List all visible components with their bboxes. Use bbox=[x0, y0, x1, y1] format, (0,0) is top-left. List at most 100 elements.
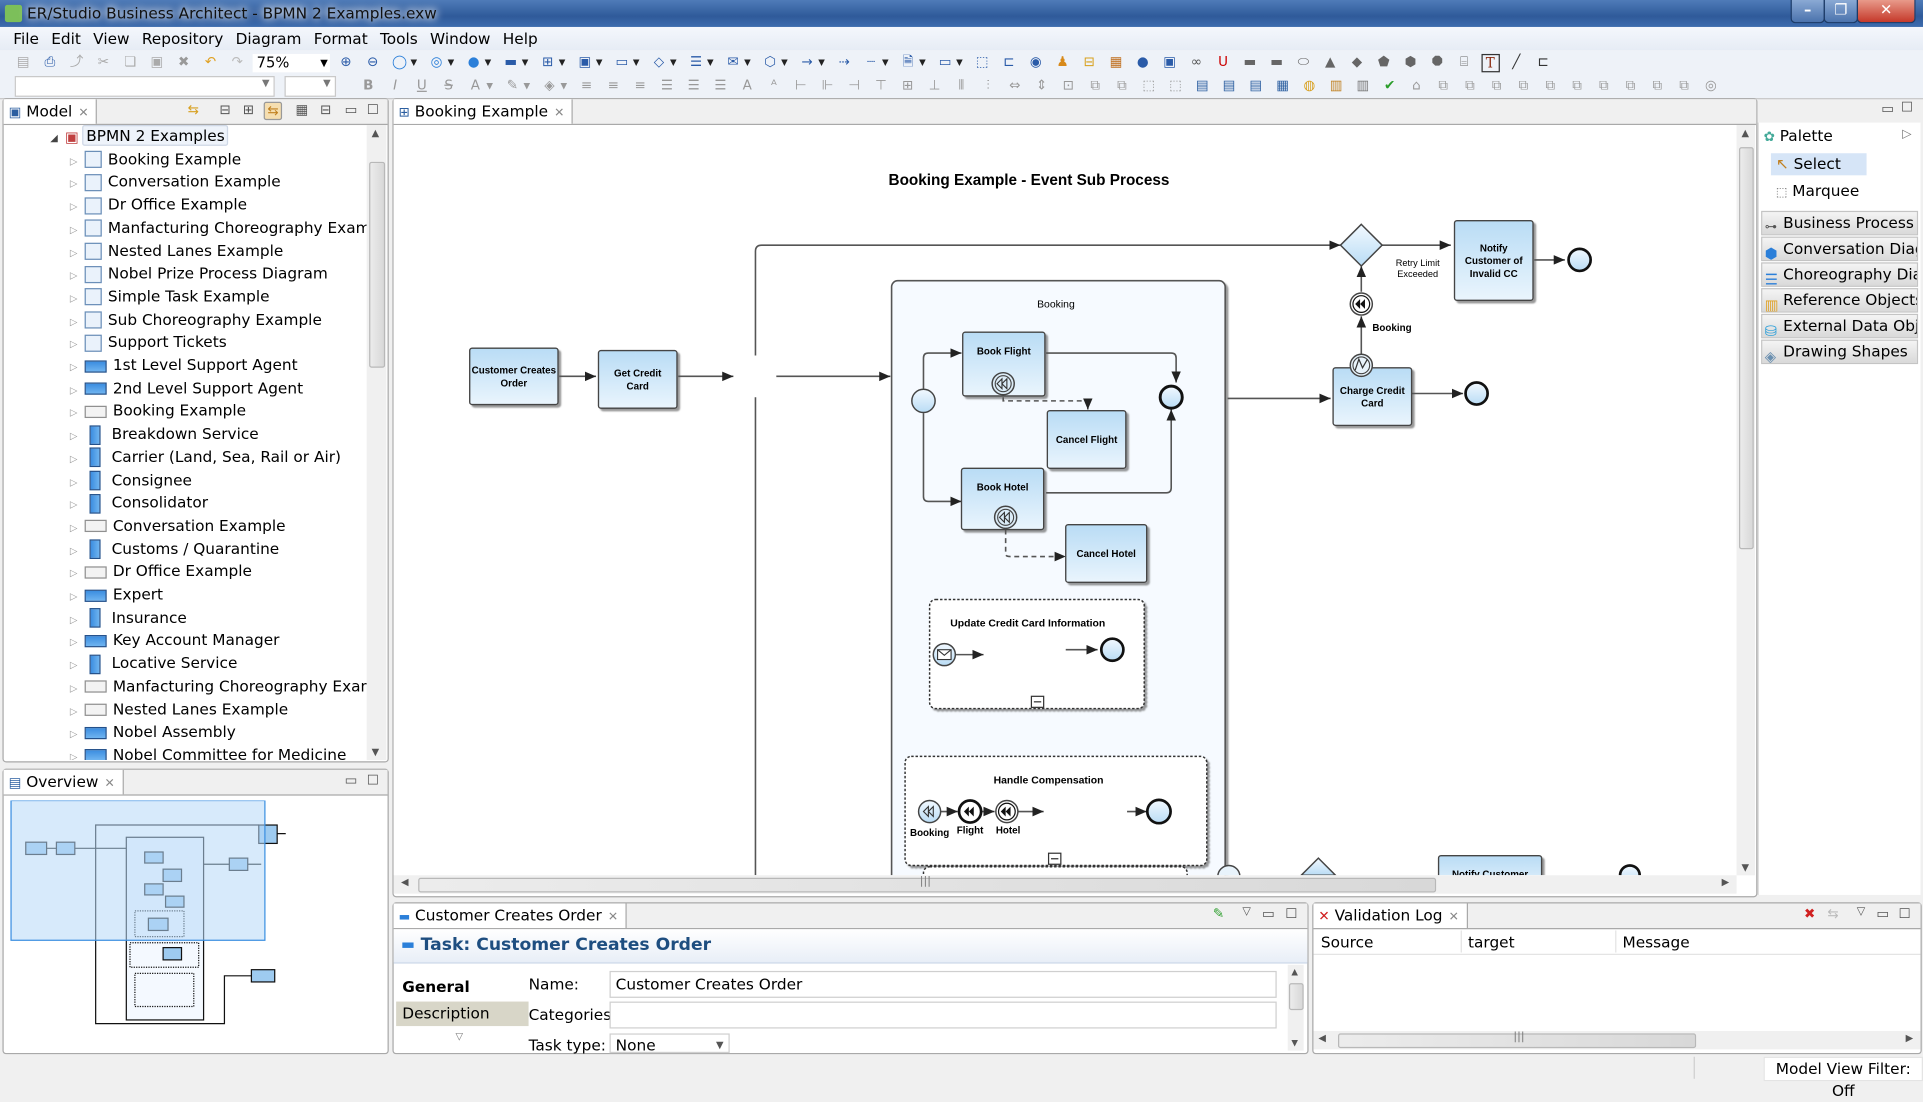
palette-drawer-choreography[interactable]: ☰Choreography Dia... bbox=[1761, 262, 1919, 287]
task-notify-invalid-cc[interactable]: Notify Customer of Invalid CC bbox=[1453, 219, 1534, 302]
compensation-throw-flight[interactable] bbox=[957, 799, 983, 824]
palette-drawer-business-process[interactable]: ⊶Business Process O... bbox=[1761, 210, 1919, 236]
align-left-icon[interactable]: ≡ bbox=[577, 76, 597, 96]
end-event-compensation[interactable] bbox=[1145, 798, 1172, 825]
tree-item[interactable]: ▷ Breakdown Service bbox=[70, 423, 259, 446]
lane-tool-icon[interactable]: ▭ bbox=[612, 53, 632, 73]
scrollbar-thumb[interactable]: ||| bbox=[418, 875, 1437, 893]
close-icon[interactable]: ✕ bbox=[1449, 911, 1459, 924]
tree-item[interactable]: ▷ Nested Lanes Example bbox=[70, 240, 283, 263]
repo-4-icon[interactable]: ⧉ bbox=[1487, 76, 1507, 96]
align-right-icon[interactable]: ≡ bbox=[630, 76, 650, 96]
expand-toggle-icon[interactable]: ▷ bbox=[70, 655, 85, 677]
link-icon[interactable]: ∞ bbox=[1187, 53, 1207, 73]
group-tool-icon[interactable]: ⬚ bbox=[972, 53, 992, 73]
redo-icon[interactable]: ↷ bbox=[227, 53, 247, 73]
expand-toggle-icon[interactable]: ▷ bbox=[70, 609, 85, 631]
model-view-filter-status[interactable]: Model View Filter: Off bbox=[1763, 1056, 1923, 1100]
end-event-update-cc[interactable] bbox=[1099, 637, 1125, 663]
tree-item[interactable]: ▷ 2nd Level Support Agent bbox=[70, 377, 303, 400]
tree-item[interactable]: ▷ Customs / Quarantine bbox=[70, 538, 279, 561]
maximize-panel-icon[interactable]: ☐ bbox=[367, 102, 379, 118]
menu-view[interactable]: View bbox=[87, 27, 136, 50]
tree-item[interactable]: ▷ Manfacturing Choreography Example bbox=[70, 217, 367, 240]
tree-item[interactable]: ▷ Simple Task Example bbox=[70, 286, 270, 309]
repo-1-icon[interactable]: ⌂ bbox=[1407, 76, 1427, 96]
menu-format[interactable]: Format bbox=[308, 27, 374, 50]
expand-toggle-icon[interactable]: ▷ bbox=[70, 219, 85, 241]
compensation-throw-hotel[interactable] bbox=[995, 799, 1019, 824]
tree-item[interactable]: ▷ Nested Lanes Example bbox=[70, 698, 288, 721]
column-message[interactable]: Message bbox=[1623, 933, 1690, 951]
cut-icon[interactable]: ✂ bbox=[94, 53, 114, 73]
tab-properties[interactable]: ▬ Customer Creates Order ✕ bbox=[393, 903, 627, 929]
clear-log-icon[interactable]: ✖ bbox=[1804, 906, 1815, 922]
tree-item[interactable]: ▷ Manfacturing Choreography Example bbox=[70, 675, 367, 698]
undo-icon[interactable]: ↶ bbox=[201, 53, 221, 73]
annotation-tool-icon[interactable]: ⊏ bbox=[999, 53, 1019, 73]
compensation-boundary-hotel[interactable] bbox=[993, 505, 1018, 530]
font-color-icon[interactable]: A bbox=[466, 76, 486, 96]
expand-toggle-icon[interactable]: ▷ bbox=[70, 334, 85, 356]
validate-icon[interactable]: ✔ bbox=[1380, 76, 1400, 96]
expand-toggle-icon[interactable]: ▷ bbox=[70, 678, 85, 700]
tree-item[interactable]: ▷ Dr Office Example bbox=[70, 194, 247, 217]
menu-repository[interactable]: Repository bbox=[136, 27, 230, 50]
report-icon[interactable]: ▦ bbox=[1106, 53, 1126, 73]
print-icon[interactable]: ⎙ bbox=[40, 53, 60, 73]
gateway-retry[interactable] bbox=[1339, 223, 1384, 268]
collapse-all-icon[interactable]: ⊟ bbox=[220, 102, 231, 118]
end-event-partial[interactable] bbox=[1618, 864, 1642, 876]
align-objects-center-icon[interactable]: ⊩ bbox=[818, 76, 838, 96]
validation-horizontal-scrollbar[interactable]: ◀ ||| ▶ bbox=[1313, 1030, 1921, 1050]
scrollbar-thumb[interactable] bbox=[1739, 147, 1754, 550]
gateway-tool-icon[interactable]: ◇ bbox=[649, 53, 669, 73]
repo-10-icon[interactable]: ⧉ bbox=[1648, 76, 1668, 96]
palette-drawer-drawing-shapes[interactable]: ◈ Drawing Shapes bbox=[1761, 339, 1919, 365]
layout-3-icon[interactable]: ▤ bbox=[1246, 76, 1266, 96]
font-family-combo[interactable]: ▼ bbox=[14, 75, 275, 97]
repo-5-icon[interactable]: ⧉ bbox=[1514, 76, 1534, 96]
expand-toggle-icon[interactable]: ◢ bbox=[50, 127, 65, 149]
align-bottom-icon[interactable]: ☰ bbox=[711, 76, 731, 96]
save-icon[interactable]: ▤ bbox=[13, 53, 33, 73]
view-menu-icon[interactable]: ▽ bbox=[1242, 906, 1250, 918]
palette-drawer-conversation[interactable]: ⬢Conversation Diagr... bbox=[1761, 236, 1919, 262]
user-icon[interactable]: ♟ bbox=[1053, 53, 1073, 73]
same-width-icon[interactable]: ⇔ bbox=[1005, 76, 1025, 96]
zoom-out-icon[interactable]: ⊖ bbox=[363, 53, 383, 73]
task-customer-creates-order[interactable]: Customer Creates Order bbox=[469, 347, 559, 406]
error-boundary-event[interactable] bbox=[1349, 353, 1374, 378]
task-cancel-hotel[interactable]: Cancel Hotel bbox=[1065, 524, 1148, 583]
expand-toggle-icon[interactable]: ▷ bbox=[70, 357, 85, 379]
tree-item[interactable]: ▷ Nobel Assembly bbox=[70, 721, 236, 744]
overview-thumbnail[interactable] bbox=[9, 799, 333, 1049]
subprocess-tool-icon[interactable]: ⊞ bbox=[538, 53, 558, 73]
expand-toggle-icon[interactable]: ▷ bbox=[70, 242, 85, 264]
same-height-icon[interactable]: ⇕ bbox=[1032, 76, 1052, 96]
overview-viewport[interactable] bbox=[10, 799, 266, 941]
expand-toggle-icon[interactable]: ▷ bbox=[70, 586, 85, 608]
intermediate-event-tool-icon[interactable]: ◎ bbox=[427, 53, 447, 73]
distribute-vertical-icon[interactable]: ⫶ bbox=[978, 76, 998, 96]
globe-icon[interactable]: ● bbox=[1133, 53, 1153, 73]
minimize-panel-icon[interactable]: ▭ bbox=[345, 102, 358, 118]
menu-edit[interactable]: Edit bbox=[45, 27, 87, 50]
paste-icon[interactable]: ▣ bbox=[147, 53, 167, 73]
diamond-shape-icon[interactable]: ◆ bbox=[1347, 53, 1367, 73]
expand-toggle-icon[interactable]: ▷ bbox=[70, 494, 85, 516]
column-target[interactable]: target bbox=[1468, 933, 1515, 951]
tab-booking-example[interactable]: ⊞ Booking Example ✕ bbox=[393, 99, 574, 124]
font-size-combo[interactable]: ▼ bbox=[284, 75, 336, 97]
minimize-panel-icon[interactable]: ▭ bbox=[1876, 906, 1889, 922]
ellipse-shape-icon[interactable]: ⬭ bbox=[1294, 53, 1314, 73]
export-icon[interactable]: ⤴ bbox=[67, 53, 87, 73]
underline-arrow-icon[interactable]: U bbox=[1213, 53, 1233, 73]
align-objects-bottom-icon[interactable]: ⊥ bbox=[925, 76, 945, 96]
menu-help[interactable]: Help bbox=[497, 27, 544, 50]
end-event-tool-icon[interactable]: ● bbox=[464, 53, 484, 73]
tree-item[interactable]: ▷ Consignee bbox=[70, 469, 192, 492]
hexagon-shape-icon[interactable]: ⬢ bbox=[1401, 53, 1421, 73]
bold-icon[interactable]: B bbox=[358, 76, 378, 96]
repo-settings-icon[interactable]: ◎ bbox=[1701, 76, 1721, 96]
